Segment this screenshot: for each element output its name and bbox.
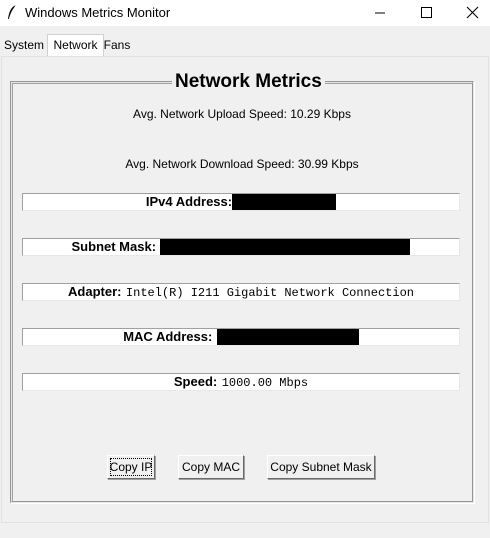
mac-row: MAC Address: bbox=[22, 328, 460, 346]
maximize-icon bbox=[421, 7, 432, 18]
copy-mac-button[interactable]: Copy MAC bbox=[178, 455, 244, 479]
tab-fans[interactable]: Fans bbox=[103, 36, 131, 54]
tab-network[interactable]: Network bbox=[47, 34, 104, 57]
mac-value-redacted bbox=[216, 329, 359, 345]
ipv4-label: IPv4 Address: bbox=[145, 194, 233, 209]
speed-row: Speed: 1000.00 Mbps bbox=[22, 373, 460, 391]
ipv4-value-redacted bbox=[232, 194, 337, 210]
speed-label: Speed: bbox=[173, 374, 218, 389]
subnet-value-redacted bbox=[160, 239, 411, 255]
copy-ip-button[interactable]: Copy IP bbox=[107, 455, 155, 479]
close-icon bbox=[466, 6, 479, 19]
subnet-label: Subnet Mask: bbox=[71, 239, 157, 254]
minimize-icon bbox=[375, 12, 385, 14]
adapter-label: Adapter: bbox=[68, 284, 122, 299]
tab-panel-network: Network Metrics Avg. Network Upload Spee… bbox=[1, 56, 489, 523]
tab-system[interactable]: System bbox=[2, 36, 46, 54]
group-title: Network Metrics bbox=[172, 71, 325, 93]
download-speed-label: Avg. Network Download Speed: 30.99 Kbps bbox=[125, 157, 359, 171]
network-metrics-group: Network Metrics Avg. Network Upload Spee… bbox=[10, 71, 474, 503]
feather-icon bbox=[6, 4, 18, 20]
adapter-row: Adapter: Intel(R) I211 Gigabit Network C… bbox=[22, 283, 460, 301]
window-title: Windows Metrics Monitor bbox=[25, 5, 171, 20]
subnet-row: Subnet Mask: bbox=[22, 238, 460, 256]
upload-speed-label: Avg. Network Upload Speed: 10.29 Kbps bbox=[133, 107, 351, 121]
maximize-button[interactable] bbox=[403, 0, 449, 26]
minimize-button[interactable] bbox=[357, 0, 403, 26]
close-button[interactable] bbox=[444, 0, 490, 26]
title-bar: Windows Metrics Monitor bbox=[0, 0, 490, 26]
speed-value: 1000.00 Mbps bbox=[221, 376, 309, 390]
ipv4-row: IPv4 Address: bbox=[22, 193, 460, 211]
mac-label: MAC Address: bbox=[123, 329, 213, 344]
adapter-value: Intel(R) I211 Gigabit Network Connection bbox=[125, 286, 414, 300]
tab-bar: System Network Fans bbox=[0, 26, 490, 57]
copy-subnet-mask-button[interactable]: Copy Subnet Mask bbox=[267, 455, 375, 479]
